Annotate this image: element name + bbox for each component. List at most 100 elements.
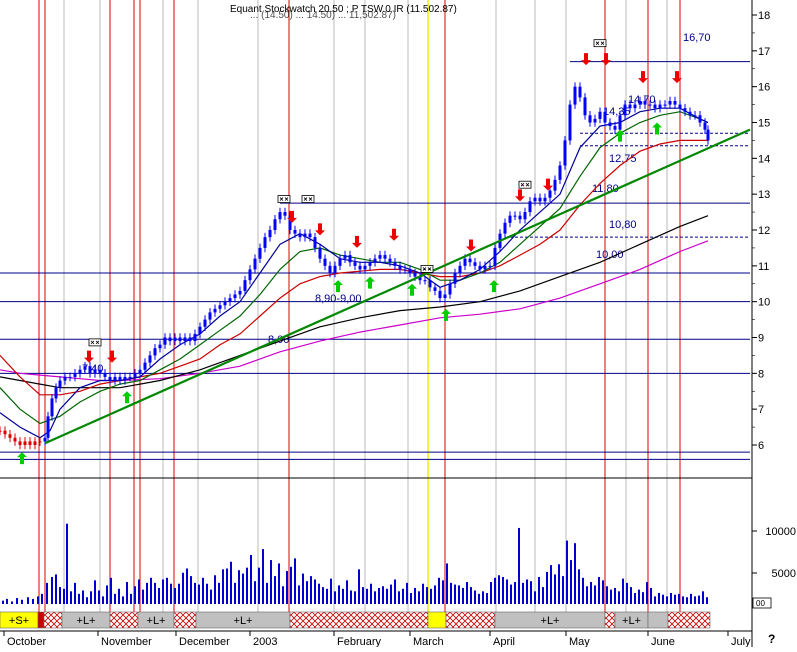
volume-bar	[438, 577, 440, 604]
volume-bar	[350, 590, 352, 604]
price-body	[198, 326, 202, 334]
price-body	[393, 262, 397, 266]
volume-bar	[214, 575, 216, 604]
volume-bar	[486, 593, 488, 604]
price-body	[318, 247, 322, 259]
price-body	[503, 222, 507, 234]
volume-bar	[258, 567, 260, 604]
price-body	[638, 101, 642, 105]
price-body	[103, 373, 107, 377]
price-body	[313, 237, 317, 248]
volume-bar	[430, 588, 432, 604]
price-body	[153, 348, 157, 356]
x-tick-label: December	[179, 636, 230, 647]
volume-bar	[358, 569, 360, 604]
price-body	[273, 219, 277, 230]
volume-bar	[6, 598, 8, 604]
price-body	[698, 115, 702, 123]
price-body	[278, 212, 282, 220]
volume-bar	[21, 599, 23, 604]
price-body	[248, 269, 252, 281]
volume-bar	[538, 576, 540, 604]
volume-bar	[63, 588, 65, 604]
volume-bar	[450, 582, 452, 604]
exit-marker-icon	[277, 195, 291, 203]
volume-bar	[398, 591, 400, 604]
volume-bar	[138, 579, 140, 604]
price-body	[548, 190, 552, 198]
price-body	[483, 265, 487, 270]
volume-bar	[250, 554, 252, 604]
volume-tick-label: 5000	[772, 568, 796, 580]
volume-bar	[278, 563, 280, 604]
volume-bar	[186, 568, 188, 604]
volume-bar	[174, 587, 176, 604]
signal-band	[43, 611, 63, 629]
stock-chart: 8,008,90-9,0010,0010,8011,8012,7514,3514…	[0, 0, 797, 648]
volume-bar	[410, 593, 412, 604]
price-body	[688, 111, 692, 116]
price-body	[298, 233, 302, 238]
price-body	[108, 376, 112, 381]
signal-band	[109, 611, 139, 629]
price-body	[693, 115, 697, 117]
chart-svg: 8,008,90-9,0010,0010,8011,8012,7514,3514…	[0, 0, 797, 648]
exit-marker-icon	[593, 39, 607, 48]
y-tick-label: 9	[758, 333, 764, 345]
price-body	[54, 387, 58, 399]
volume-bar	[638, 589, 640, 604]
volume-scale-label: 00	[756, 599, 765, 608]
y-tick-label: 14	[758, 153, 770, 165]
exit-marker-icon	[301, 195, 315, 203]
price-body	[623, 104, 627, 116]
price-body	[608, 122, 612, 127]
volume-bar	[190, 576, 192, 604]
price-body	[673, 101, 677, 105]
volume-bar	[94, 580, 96, 604]
price-body	[238, 290, 242, 295]
price-body	[113, 376, 117, 381]
price-body	[618, 115, 622, 130]
volume-bar	[27, 597, 29, 604]
price-body	[263, 237, 267, 248]
volume-bar	[570, 560, 572, 604]
volume-bar	[254, 581, 256, 604]
volume-bar	[122, 596, 124, 604]
price-body	[303, 233, 307, 238]
price-body	[568, 104, 572, 141]
price-body	[13, 437, 17, 442]
y-tick-label: 10	[758, 297, 770, 309]
question-mark: ?	[768, 632, 775, 646]
volume-bar	[142, 589, 144, 604]
exit-marker-icon	[88, 338, 102, 347]
price-body	[543, 197, 547, 202]
volume-bar	[658, 593, 660, 604]
volume-bar	[510, 584, 512, 604]
volume-bar	[158, 587, 160, 604]
y-tick-label: 15	[758, 118, 770, 130]
price-body	[343, 255, 347, 259]
volume-bar	[346, 580, 348, 604]
volume-bar	[226, 568, 228, 604]
volume-bar	[294, 558, 296, 604]
volume-bar	[434, 585, 436, 604]
y-tick-label: 16	[758, 82, 770, 94]
level-label: 8,90-9,00	[315, 293, 361, 305]
volume-bar	[686, 597, 688, 604]
volume-bar	[698, 595, 700, 604]
price-body	[533, 197, 537, 202]
volume-bar	[382, 586, 384, 604]
price-body	[253, 258, 257, 270]
volume-bar	[166, 577, 168, 604]
price-body	[338, 258, 342, 266]
volume-bar	[562, 576, 564, 604]
volume-bar	[394, 579, 396, 604]
volume-bar	[618, 591, 620, 604]
volume-bar	[622, 578, 624, 604]
volume-bar	[134, 586, 136, 604]
x-tick-label: June	[651, 636, 675, 647]
volume-bar	[326, 588, 328, 604]
price-body	[433, 287, 437, 291]
volume-bar	[390, 584, 392, 604]
volume-bar	[530, 581, 532, 604]
